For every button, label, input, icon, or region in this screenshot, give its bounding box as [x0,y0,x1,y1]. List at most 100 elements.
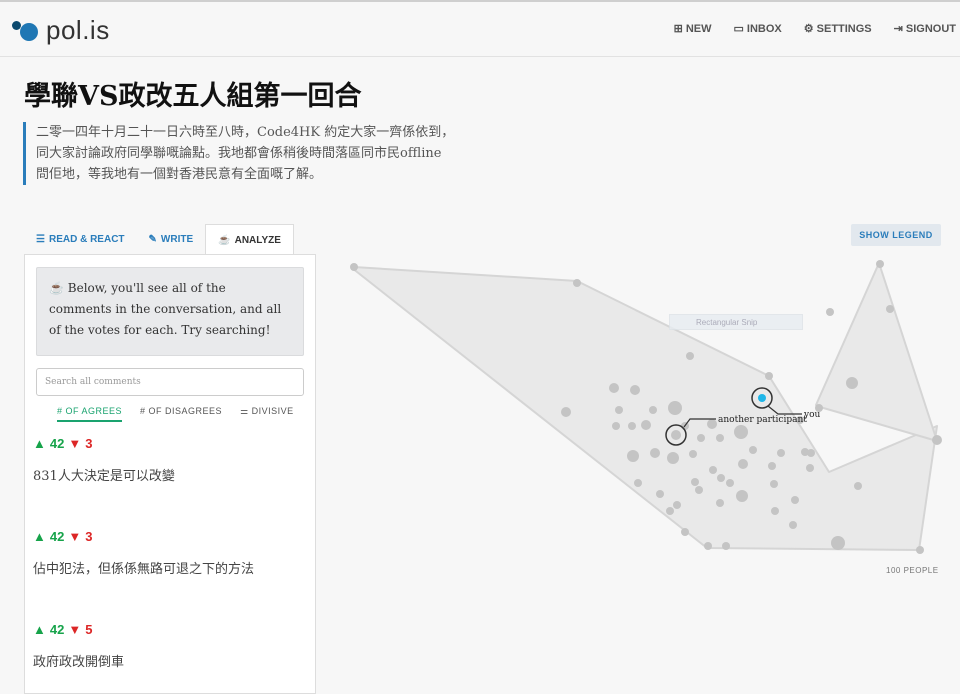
participant-dot [573,279,581,287]
participant-dot [704,542,712,550]
list-icon: ☰ [36,233,45,245]
comment-item: ▲ 42 ▼ 5 政府政改開倒車 [33,622,315,670]
tab-label: READ & REACT [48,233,125,245]
conversation-tabs: ☰ READ & REACT ✎ WRITE ☕ ANALYZE [24,224,294,256]
gear-icon: ⚙ [803,23,814,35]
comment-text: 831人大決定是可以改變 [33,469,175,484]
disagree-arrow-icon: ▼ [68,529,82,544]
participant-dot [886,305,894,313]
nav-new[interactable]: ⊞ NEW [673,22,712,36]
participant-dot [689,450,697,458]
analyze-panel: ☕ Below, you'll see all of the comments … [24,254,316,694]
top-bar: pol.is ⊞ NEW ▭ INBOX ⚙ SETTINGS ⇥ SIGNOU… [0,0,960,57]
top-nav: ⊞ NEW ▭ INBOX ⚙ SETTINGS ⇥ SIGNOUT [673,22,956,36]
search-placeholder: Search all comments [45,377,141,387]
comment-votes: ▲ 42 ▼ 3 [33,529,315,544]
comment-votes: ▲ 42 ▼ 3 [33,436,315,451]
participant-dot [717,474,725,482]
participant-dot [791,496,799,504]
search-input[interactable]: Search all comments [36,368,304,396]
participant-dot [641,420,651,430]
people-count: 100 PEOPLE [886,566,939,575]
participant-dot [673,501,681,509]
disagree-count: 3 [85,529,93,544]
participant-dot [854,482,862,490]
logo-mark-icon [12,17,38,43]
participant-dot [734,425,748,439]
participant-dot [726,479,734,487]
nav-settings[interactable]: ⚙ SETTINGS [803,22,872,36]
tab-write[interactable]: ✎ WRITE [137,224,206,254]
description-line: 二零一四年十月二十一日六時至八時，Code4HK 約定大家一齊係依到， [36,125,455,140]
equals-icon: ⚌ [240,406,252,416]
participant-dot [666,507,674,515]
participant-dot [681,528,689,536]
participant-dot [697,434,705,442]
agree-count: 42 [49,529,65,544]
participant-dot [709,466,717,474]
participant-dot [650,448,660,458]
conversation-title: 學聯VS政改五人組第一回合 [24,81,362,112]
participant-dot [561,407,571,417]
participant-dot [831,536,845,550]
comment-text: 佔中犯法，但係係無路可退之下的方法 [33,562,255,577]
comment-text: 政府政改開倒車 [33,655,125,670]
nav-signout[interactable]: ⇥ SIGNOUT [894,22,956,36]
nav-new-label: NEW [685,22,712,35]
participant-label: another participant [718,415,807,425]
participant-dot [668,401,682,415]
show-legend-button[interactable]: SHOW LEGEND [851,224,941,246]
pencil-icon: ✎ [148,233,157,245]
participant-dot [749,446,757,454]
tab-analyze[interactable]: ☕ ANALYZE [205,224,294,256]
comment-item: ▲ 42 ▼ 3 佔中犯法，但係係無路可退之下的方法 [33,529,315,577]
participant-dot [695,486,703,494]
inbox-icon: ▭ [733,23,744,35]
participant-dot [615,406,623,414]
disagree-count: 5 [85,622,93,637]
plus-square-icon: ⊞ [673,23,683,35]
participant-dot [768,462,776,470]
description-line: 問佢地，等我地有一個對香港民意有全面嘅了解。 [36,167,323,182]
agree-count: 42 [49,436,65,451]
comment-item: ▲ 42 ▼ 3 831人大決定是可以改變 [33,436,315,484]
participant-dot [667,452,679,464]
participant-dot [738,459,748,469]
sort-divisive[interactable]: ⚌ DIVISIVE [240,406,294,422]
conversation-description: 二零一四年十月二十一日六時至八時，Code4HK 約定大家一齊係依到， 同大家討… [23,122,486,185]
opinion-map[interactable]: you another participant [340,250,960,590]
nav-inbox[interactable]: ▭ INBOX [733,22,782,36]
tab-read-react[interactable]: ☰ READ & REACT [24,224,137,254]
participant-dot [932,435,942,445]
analyze-info-box: ☕ Below, you'll see all of the comments … [36,267,304,356]
nav-inbox-label: INBOX [746,22,782,35]
polis-logo[interactable]: pol.is [12,12,110,48]
disagree-count: 3 [85,436,93,451]
agree-arrow-icon: ▲ [33,529,46,544]
coffee-icon: ☕ [218,235,231,246]
participant-dot [876,260,884,268]
participant-dot [707,419,717,429]
participant-dot [649,406,657,414]
description-line: 同大家討論政府同學聯嘅論點。我地都會係稍後時間落區同市民offline [36,146,442,161]
disagree-arrow-icon: ▼ [68,622,82,637]
participant-dot [691,478,699,486]
participant-dot [716,499,724,507]
participant-dot [736,490,748,502]
tab-label: WRITE [160,233,194,245]
sort-agrees[interactable]: # OF AGREES [57,406,123,422]
participant-dot [686,352,694,360]
participant-dot [806,464,814,472]
sort-disagrees[interactable]: # OF DISAGREES [140,406,222,422]
participant-dot [628,422,636,430]
participant-dot [846,377,858,389]
rectangular-snip-overlay: Rectangular Snip [669,314,803,330]
participant-dot [612,422,620,430]
participant-dot [777,449,785,457]
coffee-icon: ☕ [49,281,64,295]
participant-dot [634,479,642,487]
agree-arrow-icon: ▲ [33,622,46,637]
participant-dot [656,490,664,498]
participant-dot [770,480,778,488]
participant-dot [716,434,724,442]
